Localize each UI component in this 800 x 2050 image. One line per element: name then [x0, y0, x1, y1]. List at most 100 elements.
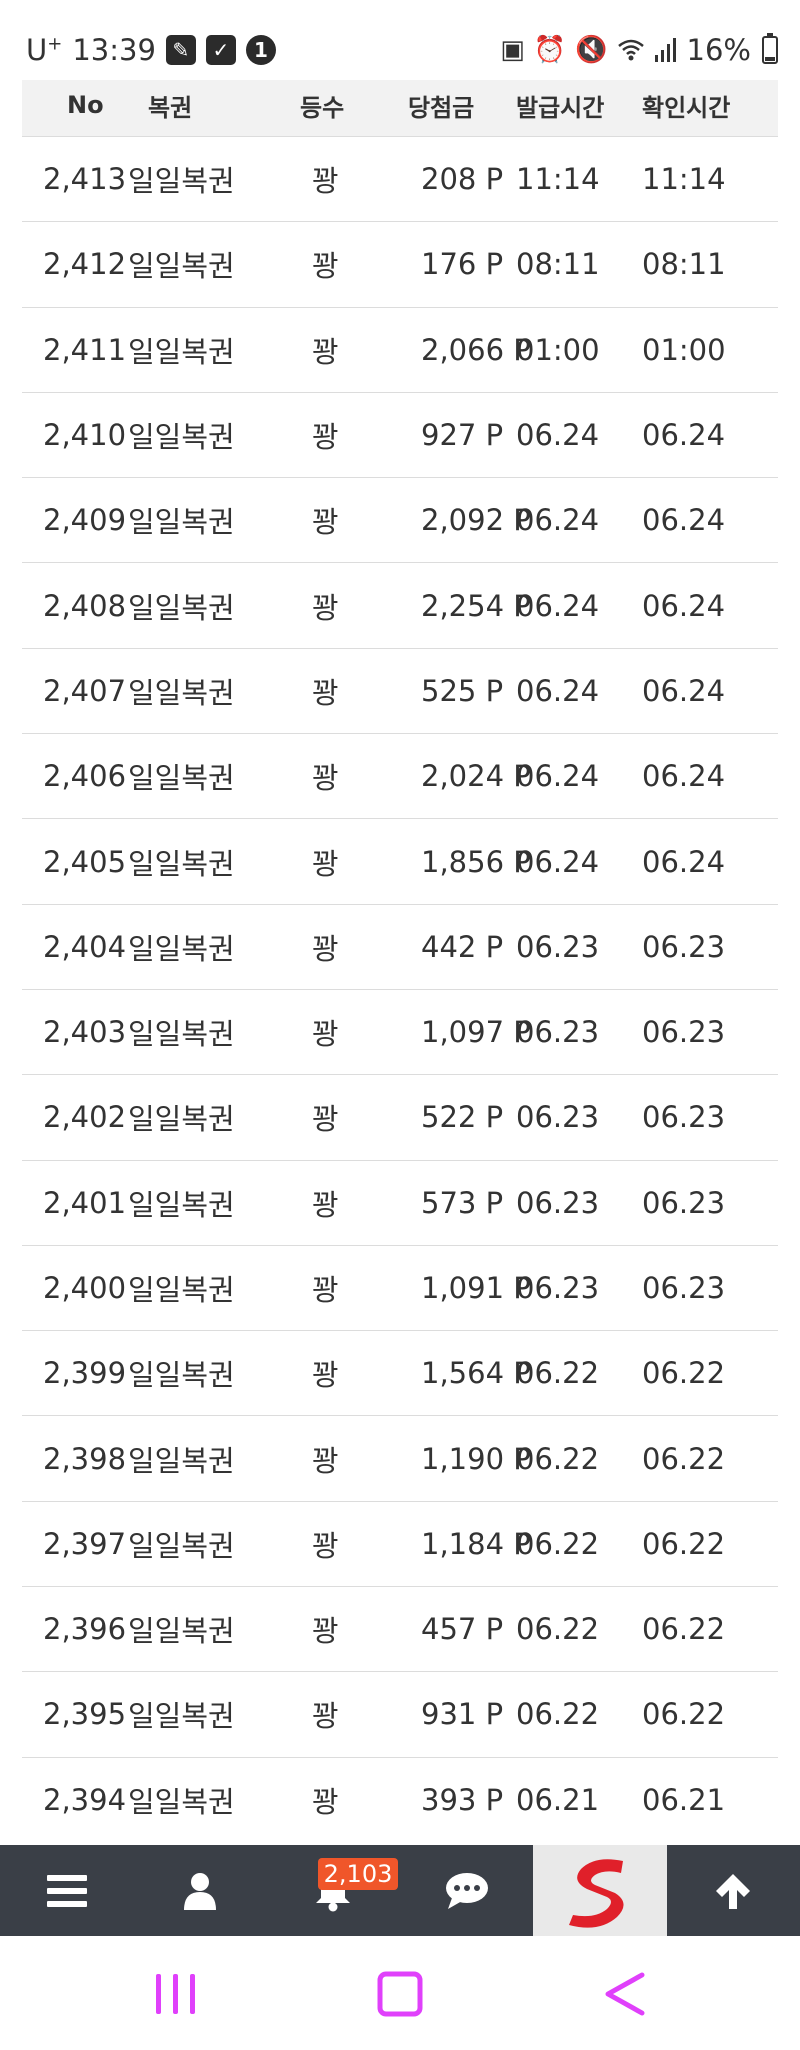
mute-icon: 🔇	[575, 35, 608, 65]
chat-icon	[445, 1872, 488, 1909]
notifications-button[interactable]: 2,103	[267, 1845, 400, 1936]
cell-prize: 442 P	[421, 929, 504, 964]
table-row: 2,399 일일복권 꽝 1,564 P 06.22 06.22	[22, 1330, 778, 1415]
cell-type: 일일복권	[128, 420, 235, 455]
cell-issued: 06.23	[516, 1271, 600, 1305]
lottery-history-table: No 복권 등수 당첨금 발급시간 확인시간 2,413 일일복권 꽝 208 P 11…	[22, 74, 778, 1842]
recent-apps-button[interactable]	[148, 1966, 204, 2022]
cell-type: 일일복권	[128, 846, 235, 881]
menu-button[interactable]	[0, 1845, 133, 1936]
cell-issued: 06.22	[516, 1612, 600, 1647]
site-logo-button[interactable]	[533, 1845, 667, 1936]
table-row: 2,413 일일복권 꽝 208 P 11:14 11:14	[22, 136, 778, 221]
cell-prize: 573 P	[421, 1185, 504, 1220]
home-button[interactable]	[372, 1966, 428, 2022]
table-row: 2,403 일일복권 꽝 1,097 P 06.23 06.23	[22, 988, 778, 1074]
cell-checked: 06.24	[642, 844, 726, 879]
check-square-icon: ✓	[205, 35, 236, 65]
cell-checked: 06.22	[642, 1697, 726, 1732]
scroll-top-button[interactable]	[667, 1845, 800, 1936]
chat-button[interactable]	[400, 1845, 533, 1936]
battery-percent: 16%	[686, 33, 751, 67]
cell-checked: 06.23	[642, 1185, 726, 1220]
cell-no: 2,402	[43, 1100, 127, 1135]
site-logo	[568, 1858, 624, 1928]
status-bar: U+ 13:39 ✎ ✓ 1 ▣ ⏰ 🔇 16%	[0, 0, 800, 80]
cell-type: 일일복권	[128, 164, 235, 199]
cell-type: 일일복권	[128, 1102, 235, 1137]
cell-issued: 06.24	[516, 418, 600, 453]
back-icon	[605, 1972, 645, 2016]
table-row: 2,409 일일복권 꽝 2,092 P 06.24 06.24	[22, 477, 778, 562]
cell-checked: 06.24	[642, 588, 726, 623]
menu-icon	[46, 1874, 87, 1907]
lock-battery-icon: ▣	[500, 35, 525, 65]
cell-rank: 꽝	[312, 1443, 339, 1478]
table-row: 2,401 일일복권 꽝 573 P 06.23 06.23	[22, 1159, 778, 1245]
cell-issued: 06.24	[516, 844, 600, 879]
header-checked: 확인시간	[642, 93, 731, 122]
table-row: 2,410 일일복권 꽝 927 P 06.24 06.24	[22, 391, 778, 477]
cell-type: 일일복권	[128, 1358, 235, 1393]
battery-icon	[762, 33, 778, 64]
profile-button[interactable]	[133, 1845, 266, 1936]
home-icon	[377, 1971, 423, 2017]
cell-rank: 꽝	[312, 1528, 339, 1563]
alarm-icon: ⏰	[533, 35, 567, 65]
bottom-toolbar: 2,103	[0, 1845, 800, 1936]
cell-prize: 208 P	[421, 162, 504, 197]
cell-no: 2,413	[43, 162, 127, 197]
cell-rank: 꽝	[312, 1614, 339, 1649]
cell-type: 일일복권	[128, 249, 235, 284]
cell-no: 2,394	[43, 1782, 127, 1817]
cell-prize: 927 P	[421, 418, 504, 453]
table-header: No 복권 등수 당첨금 발급시간 확인시간	[22, 74, 778, 136]
table-row: 2,397 일일복권 꽝 1,184 P 06.22 06.22	[22, 1500, 778, 1586]
cell-prize: 1,184 P	[421, 1526, 531, 1561]
cell-checked: 06.23	[642, 929, 726, 964]
cell-no: 2,411	[43, 332, 127, 367]
cell-rank: 꽝	[312, 1358, 339, 1393]
table-row: 2,407 일일복권 꽝 525 P 06.24 06.24	[22, 647, 778, 733]
cell-checked: 11:14	[642, 162, 726, 197]
table-row: 2,402 일일복권 꽝 522 P 06.23 06.23	[22, 1074, 778, 1159]
recent-apps-icon	[156, 1974, 195, 2014]
cell-checked: 06.22	[642, 1441, 726, 1476]
cell-checked: 06.23	[642, 1015, 726, 1050]
table-row: 2,405 일일복권 꽝 1,856 P 06.24 06.24	[22, 818, 778, 903]
cell-issued: 06.24	[516, 503, 600, 538]
cell-type: 일일복권	[128, 931, 235, 966]
cell-issued: 11:14	[516, 162, 600, 197]
system-nav-bar	[0, 1936, 800, 2050]
table-row: 2,404 일일복권 꽝 442 P 06.23 06.23	[22, 903, 778, 989]
cell-rank: 꽝	[312, 1784, 339, 1819]
cell-prize: 522 P	[421, 1100, 504, 1135]
cell-type: 일일복권	[128, 1699, 235, 1734]
cell-issued: 06.22	[516, 1697, 600, 1732]
cell-issued: 01:00	[516, 332, 600, 367]
cell-no: 2,408	[43, 588, 127, 623]
cell-rank: 꽝	[312, 505, 339, 540]
user-icon	[183, 1872, 216, 1910]
cell-rank: 꽝	[312, 1102, 339, 1137]
cell-prize: 1,564 P	[421, 1356, 531, 1391]
cell-rank: 꽝	[312, 931, 339, 966]
carrier-label: U+	[26, 33, 63, 67]
pen-app-icon: ✎	[165, 35, 196, 65]
status-right: ▣ ⏰ 🔇 16%	[500, 30, 778, 70]
cell-prize: 457 P	[421, 1612, 504, 1647]
cell-prize: 1,190 P	[421, 1441, 531, 1476]
cell-rank: 꽝	[312, 1699, 339, 1734]
cell-prize: 2,092 P	[421, 503, 531, 538]
back-button[interactable]	[596, 1966, 652, 2022]
cell-rank: 꽝	[312, 1273, 339, 1307]
cell-rank: 꽝	[312, 164, 339, 199]
wifi-icon	[617, 39, 644, 61]
cell-issued: 06.22	[516, 1356, 600, 1391]
cell-type: 일일복권	[128, 590, 235, 625]
table-row: 2,395 일일복권 꽝 931 P 06.22 06.22	[22, 1671, 778, 1756]
cell-type: 일일복권	[128, 1528, 235, 1563]
cell-prize: 1,097 P	[421, 1015, 531, 1050]
table-row: 2,412 일일복권 꽝 176 P 08:11 08:11	[22, 221, 778, 306]
cell-type: 일일복권	[128, 1273, 235, 1307]
